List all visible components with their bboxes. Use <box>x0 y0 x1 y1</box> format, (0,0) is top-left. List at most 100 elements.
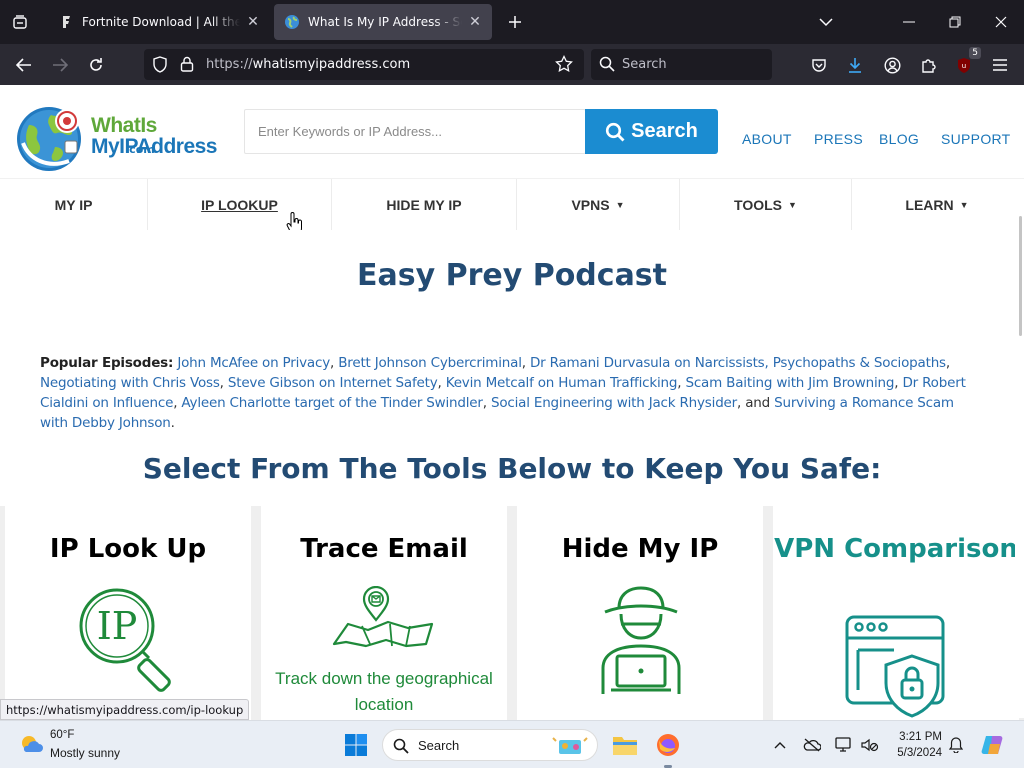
browser-search-bar[interactable]: Search <box>591 49 772 80</box>
taskbar-clock[interactable]: 3:21 PM 5/3/2024 <box>886 729 942 761</box>
browser-shield-lock-icon <box>845 615 945 718</box>
nav-ip-lookup[interactable]: IP LOOKUP <box>148 179 332 231</box>
link-support[interactable]: SUPPORT <box>941 131 1011 147</box>
card-title: Trace Email <box>300 534 468 564</box>
svg-text:u: u <box>962 62 966 70</box>
card-hide-my-ip[interactable]: Hide My IP <box>517 506 763 720</box>
card-vpn-comparison[interactable]: VPN Comparison <box>773 506 1019 720</box>
episode-link[interactable]: John McAfee on Privacy <box>177 355 330 371</box>
firefox-taskbar-icon[interactable] <box>655 732 681 758</box>
nav-learn[interactable]: LEARN ▼ <box>852 179 1022 231</box>
back-arrow-icon[interactable] <box>11 52 37 78</box>
page-scrollbar-thumb[interactable] <box>1019 216 1022 336</box>
tab-close-icon[interactable]: ✕ <box>468 14 482 30</box>
episode-link[interactable]: Kevin Metcalf on Human Trafficking <box>446 375 678 391</box>
episode-link[interactable]: Negotiating with Chris Voss <box>40 375 220 391</box>
windows-taskbar: 60°F Mostly sunny Search 3:21 PM 5/3/202… <box>0 720 1024 768</box>
tab-list-icon[interactable] <box>8 10 32 34</box>
taskbar-search-box[interactable]: Search <box>382 729 598 761</box>
tab-fortnite[interactable]: Fortnite Download | All the Way ✕ <box>48 4 270 40</box>
episode-link[interactable]: Steve Gibson on Internet Safety <box>228 375 438 391</box>
search-icon <box>599 56 615 76</box>
copilot-icon[interactable] <box>980 732 1006 758</box>
card-title: VPN Comparison <box>774 534 1018 564</box>
episode-separator: , <box>945 355 950 371</box>
bookmark-star-icon[interactable] <box>555 54 573 77</box>
tab-title: Fortnite Download | All the Way <box>82 15 240 29</box>
episode-separator: , and <box>737 395 775 411</box>
list-all-tabs-chevron-icon[interactable] <box>814 10 838 34</box>
link-press[interactable]: PRESS <box>814 131 863 147</box>
episode-link[interactable]: Social Engineering with Jack Rhysider <box>491 395 737 411</box>
nav-my-ip[interactable]: MY IP <box>0 179 148 231</box>
main-navigation: MY IP IP LOOKUP HIDE MY IP VPNS ▼ TOOLS ▼ … <box>0 178 1024 235</box>
logo-domain-suffix: .com <box>125 143 155 156</box>
site-search-input[interactable]: Enter Keywords or IP Address... <box>244 109 586 154</box>
network-monitor-icon[interactable] <box>834 735 854 755</box>
weather-sun-cloud-icon[interactable] <box>18 732 44 758</box>
page-content: Easy Prey Podcast Popular Episodes: John… <box>0 230 1024 720</box>
hooded-hacker-laptop-icon <box>601 586 681 694</box>
volume-muted-icon[interactable] <box>860 735 880 755</box>
tracking-shield-icon[interactable] <box>152 56 168 77</box>
episode-link[interactable]: Dr Ramani Durvasula on Narcissists, Psyc… <box>530 355 946 371</box>
browser-nav-bar: https://whatismyipaddress.com Search u 5 <box>0 44 1024 85</box>
episode-separator: , <box>330 355 339 371</box>
nav-hide-my-ip[interactable]: HIDE MY IP <box>332 179 517 231</box>
notifications-bell-icon[interactable] <box>946 735 966 755</box>
file-explorer-icon[interactable] <box>612 734 638 756</box>
episode-separator: , <box>521 355 530 371</box>
dropdown-caret-icon: ▼ <box>788 200 797 210</box>
show-hidden-icons-chevron-icon[interactable] <box>770 735 790 755</box>
site-search-button[interactable]: Search <box>585 109 718 154</box>
search-icon <box>606 122 625 141</box>
hamburger-menu-icon[interactable] <box>987 52 1013 78</box>
tab-whatismyip[interactable]: What Is My IP Address - See Yo ✕ <box>274 4 492 40</box>
episode-link[interactable]: Scam Baiting with Jim Browning <box>685 375 894 391</box>
link-blog[interactable]: BLOG <box>879 131 919 147</box>
extension-badge-count: 5 <box>969 47 981 59</box>
pocket-icon[interactable] <box>806 52 832 78</box>
card-trace-email[interactable]: Trace Email Track down the geographical … <box>261 506 507 720</box>
minimize-icon[interactable] <box>897 10 921 34</box>
weather-description[interactable]: Mostly sunny <box>50 746 120 760</box>
site-search-placeholder: Enter Keywords or IP Address... <box>258 124 443 139</box>
tab-title: What Is My IP Address - See Yo <box>308 15 462 29</box>
downloads-icon[interactable] <box>842 52 868 78</box>
tools-heading: Select From The Tools Below to Keep You … <box>142 452 882 485</box>
nav-tools[interactable]: TOOLS ▼ <box>680 179 852 231</box>
taskbar-search-placeholder: Search <box>418 738 460 753</box>
clock-time: 3:21 PM <box>899 731 942 743</box>
link-about[interactable]: ABOUT <box>742 131 792 147</box>
lock-icon[interactable] <box>180 56 194 76</box>
episode-separator: , <box>437 375 446 391</box>
card-ip-lookup[interactable]: IP Look Up IP <box>5 506 251 720</box>
site-logo[interactable]: WhatIs MyIPAddress .com <box>15 103 225 173</box>
windows-start-icon[interactable] <box>344 733 368 757</box>
restore-icon[interactable] <box>943 10 967 34</box>
url-bar[interactable]: https://whatismyipaddress.com <box>144 49 584 80</box>
onedrive-cloud-icon[interactable] <box>802 735 822 755</box>
close-window-icon[interactable] <box>989 10 1013 34</box>
reload-icon[interactable] <box>83 52 109 78</box>
ublock-origin-icon[interactable]: u 5 <box>951 47 981 78</box>
episode-link[interactable]: Brett Johnson Cybercriminal <box>338 355 522 371</box>
new-tab-plus-icon[interactable] <box>504 10 526 34</box>
episodes-label: Popular Episodes: <box>40 355 174 371</box>
tool-cards: IP Look Up IP Trace Email Track down the… <box>0 506 1024 720</box>
site-search-button-label: Search <box>631 120 698 142</box>
episode-link[interactable]: Ayleen Charlotte target of the Tinder Sw… <box>181 395 483 411</box>
nav-vpns[interactable]: VPNS ▼ <box>517 179 680 231</box>
site-header: WhatIs MyIPAddress .com Enter Keywords o… <box>0 85 1024 178</box>
forward-arrow-icon[interactable] <box>47 52 73 78</box>
account-icon[interactable] <box>879 52 905 78</box>
weather-temperature[interactable]: 60°F <box>50 729 74 741</box>
globe-favicon-icon <box>284 14 300 30</box>
browser-search-placeholder: Search <box>622 57 667 72</box>
extensions-puzzle-icon[interactable] <box>915 52 941 78</box>
ip-magnifier-icon: IP <box>79 588 171 692</box>
url-text: https://whatismyipaddress.com <box>206 57 411 72</box>
episode-separator: . <box>170 415 175 431</box>
episode-separator: , <box>219 375 228 391</box>
tab-close-icon[interactable]: ✕ <box>246 14 260 30</box>
